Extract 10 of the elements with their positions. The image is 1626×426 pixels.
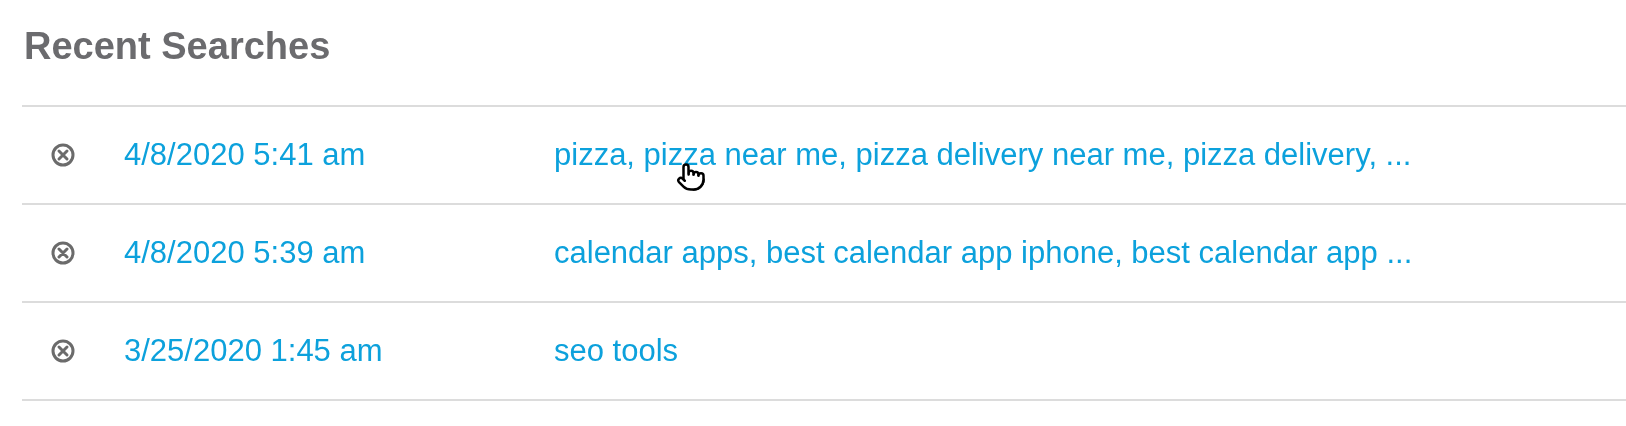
- search-date-link[interactable]: 4/8/2020 5:41 am: [124, 131, 554, 179]
- search-keywords-link[interactable]: seo tools: [554, 332, 679, 368]
- remove-icon[interactable]: [50, 142, 76, 168]
- remove-icon[interactable]: [50, 338, 76, 364]
- search-keywords-link[interactable]: calendar apps, best calendar app iphone, best calendar app ...: [554, 234, 1413, 270]
- search-date-link[interactable]: 4/8/2020 5:39 am: [124, 229, 554, 277]
- remove-icon[interactable]: [50, 240, 76, 266]
- section-title: Recent Searches: [24, 24, 332, 69]
- search-date-link[interactable]: 3/25/2020 1:45 am: [124, 327, 554, 375]
- search-keywords-link[interactable]: pizza, pizza near me, pizza delivery near me, pizza delivery, ...: [554, 136, 1412, 172]
